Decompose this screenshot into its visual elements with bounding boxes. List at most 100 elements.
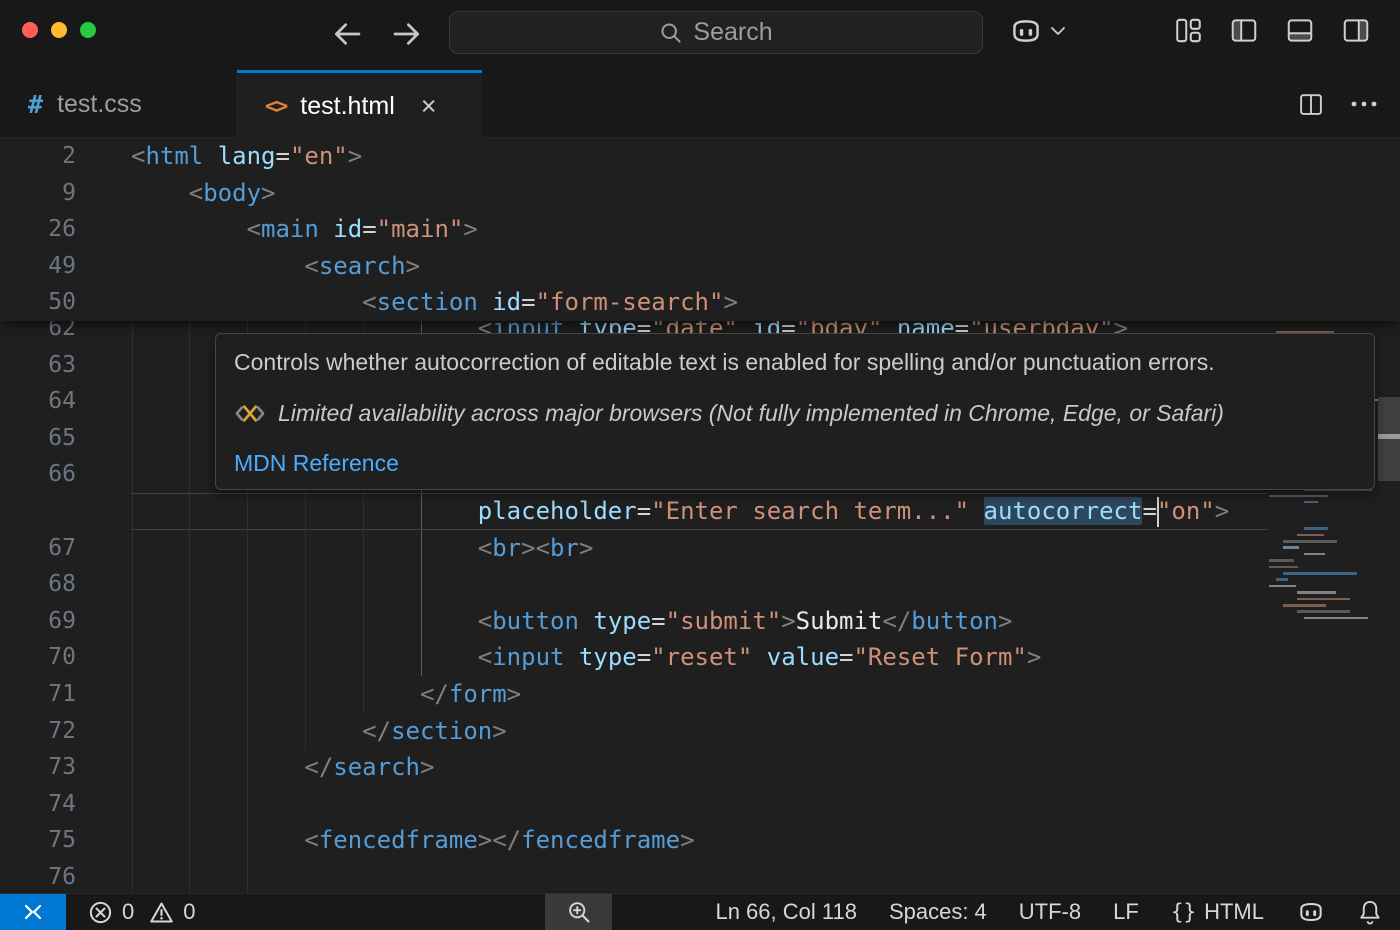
code-token: type [579, 643, 637, 671]
code-token: id [333, 215, 362, 243]
line-number[interactable]: 71 [0, 676, 76, 713]
code-text: <html lang="en"> [131, 138, 362, 175]
mdn-reference-link[interactable]: MDN Reference [234, 450, 399, 477]
code-line[interactable]: 74 [0, 786, 1400, 823]
code-token: < [304, 826, 318, 854]
toggle-secondary-sidebar-button[interactable] [1342, 17, 1370, 44]
text-cursor [1157, 497, 1159, 527]
code-editor[interactable]: 62<input type="date" id="bday" name="use… [0, 138, 1400, 893]
minimize-window-button[interactable] [51, 22, 67, 38]
code-token: placeholder [478, 497, 637, 525]
code-token: > [420, 753, 434, 781]
vertical-scrollbar[interactable] [1378, 397, 1400, 481]
tab-test-css[interactable]: # test.css [0, 70, 237, 138]
code-line[interactable]: 76 [0, 859, 1400, 893]
language-mode-status[interactable]: {} HTML [1171, 899, 1264, 925]
code-line[interactable]: placeholder="Enter search term..." autoc… [0, 493, 1400, 530]
line-number[interactable]: 75 [0, 822, 76, 859]
minimap-line [1265, 585, 1375, 590]
line-number[interactable]: 76 [0, 859, 76, 893]
line-number[interactable]: 2 [0, 138, 76, 175]
code-line[interactable]: 70<input type="reset" value="Reset Form"… [0, 639, 1400, 676]
code-line[interactable]: 67 <br><br> [0, 530, 1400, 567]
code-line[interactable]: 2 <html lang="en"> [0, 138, 1400, 175]
maximize-window-button[interactable] [80, 22, 96, 38]
line-number[interactable]: 67 [0, 530, 76, 567]
code-token [579, 607, 593, 635]
vscode-window: Search [0, 0, 1400, 930]
close-tab-icon[interactable]: × [421, 93, 437, 120]
command-center-search[interactable]: Search [449, 11, 983, 54]
line-number[interactable]: 66 [0, 456, 76, 493]
line-number[interactable]: 9 [0, 175, 76, 212]
code-token: > [463, 215, 477, 243]
toggle-primary-sidebar-button[interactable] [1230, 17, 1258, 44]
line-number[interactable]: 50 [0, 284, 76, 321]
editor-actions [1298, 70, 1378, 138]
line-number[interactable]: 72 [0, 713, 76, 750]
code-line[interactable]: 69 <button type="submit">Submit</button> [0, 603, 1400, 640]
code-line[interactable]: 50 <section id="form-search"> [0, 284, 1400, 321]
language-label: HTML [1204, 899, 1264, 925]
code-token: = [521, 288, 535, 316]
line-number[interactable]: 65 [0, 420, 76, 457]
code-token [203, 142, 217, 170]
eol-status[interactable]: LF [1113, 899, 1139, 925]
indentation-status[interactable]: Spaces: 4 [889, 899, 987, 925]
encoding-status[interactable]: UTF-8 [1019, 899, 1081, 925]
code-line[interactable]: 72</section> [0, 713, 1400, 750]
zoom-status-button[interactable] [545, 894, 612, 930]
line-number[interactable]: 26 [0, 211, 76, 248]
minimap-line [1265, 559, 1375, 564]
code-text: <section id="form-search"> [362, 284, 738, 321]
window-controls [22, 22, 96, 38]
code-token: > [348, 142, 362, 170]
code-token: > [1027, 643, 1041, 671]
problems-indicator[interactable]: 0 0 [88, 894, 196, 930]
customize-layout-button[interactable] [1175, 17, 1202, 44]
line-number[interactable]: 73 [0, 749, 76, 786]
back-button[interactable] [330, 14, 364, 54]
code-token: id [492, 288, 521, 316]
line-number[interactable]: 74 [0, 786, 76, 823]
split-editor-button[interactable] [1298, 92, 1324, 117]
toggle-panel-button[interactable] [1286, 17, 1314, 44]
more-actions-button[interactable] [1350, 99, 1378, 109]
notifications-bell-button[interactable] [1358, 899, 1382, 925]
code-token: "form-search" [536, 288, 724, 316]
code-line[interactable]: 73</search> [0, 749, 1400, 786]
code-line[interactable]: 68 [0, 566, 1400, 603]
warning-count: 0 [183, 899, 195, 925]
cursor-position-status[interactable]: Ln 66, Col 118 [715, 899, 856, 925]
code-line[interactable]: 26<main id="main"> [0, 211, 1400, 248]
forward-button[interactable] [390, 14, 424, 54]
hover-tooltip: Controls whether autocorrection of edita… [215, 333, 1375, 490]
code-token: </ [882, 607, 911, 635]
line-number[interactable]: 49 [0, 248, 76, 285]
line-number[interactable]: 70 [0, 639, 76, 676]
minimap-line [1265, 527, 1375, 532]
code-token [752, 643, 766, 671]
code-text: <button type="submit">Submit</button> [478, 603, 1013, 640]
code-token: br [492, 534, 521, 562]
sticky-scroll[interactable]: 2 <html lang="en">9<body>26<main id="main… [0, 138, 1400, 321]
titlebar: Search [0, 0, 1400, 70]
code-line[interactable]: 75<fencedframe></fencedframe> [0, 822, 1400, 859]
remote-indicator[interactable] [0, 894, 66, 930]
tab-test-html[interactable]: <> test.html × [237, 70, 482, 139]
close-window-button[interactable] [22, 22, 38, 38]
code-token: = [637, 497, 651, 525]
line-number[interactable]: 63 [0, 347, 76, 384]
line-number[interactable]: 64 [0, 383, 76, 420]
code-text: </form> [420, 676, 521, 713]
search-label: Search [693, 18, 772, 47]
copilot-status-button[interactable] [1296, 899, 1326, 925]
code-line[interactable]: 49<search> [0, 248, 1400, 285]
code-line[interactable]: 9<body> [0, 175, 1400, 212]
code-token [319, 215, 333, 243]
line-number[interactable]: 69 [0, 603, 76, 640]
line-number[interactable]: 68 [0, 566, 76, 603]
copilot-menu-button[interactable] [1008, 15, 1066, 47]
code-line[interactable]: 71 </form> [0, 676, 1400, 713]
code-text: <br><br> [478, 530, 594, 567]
